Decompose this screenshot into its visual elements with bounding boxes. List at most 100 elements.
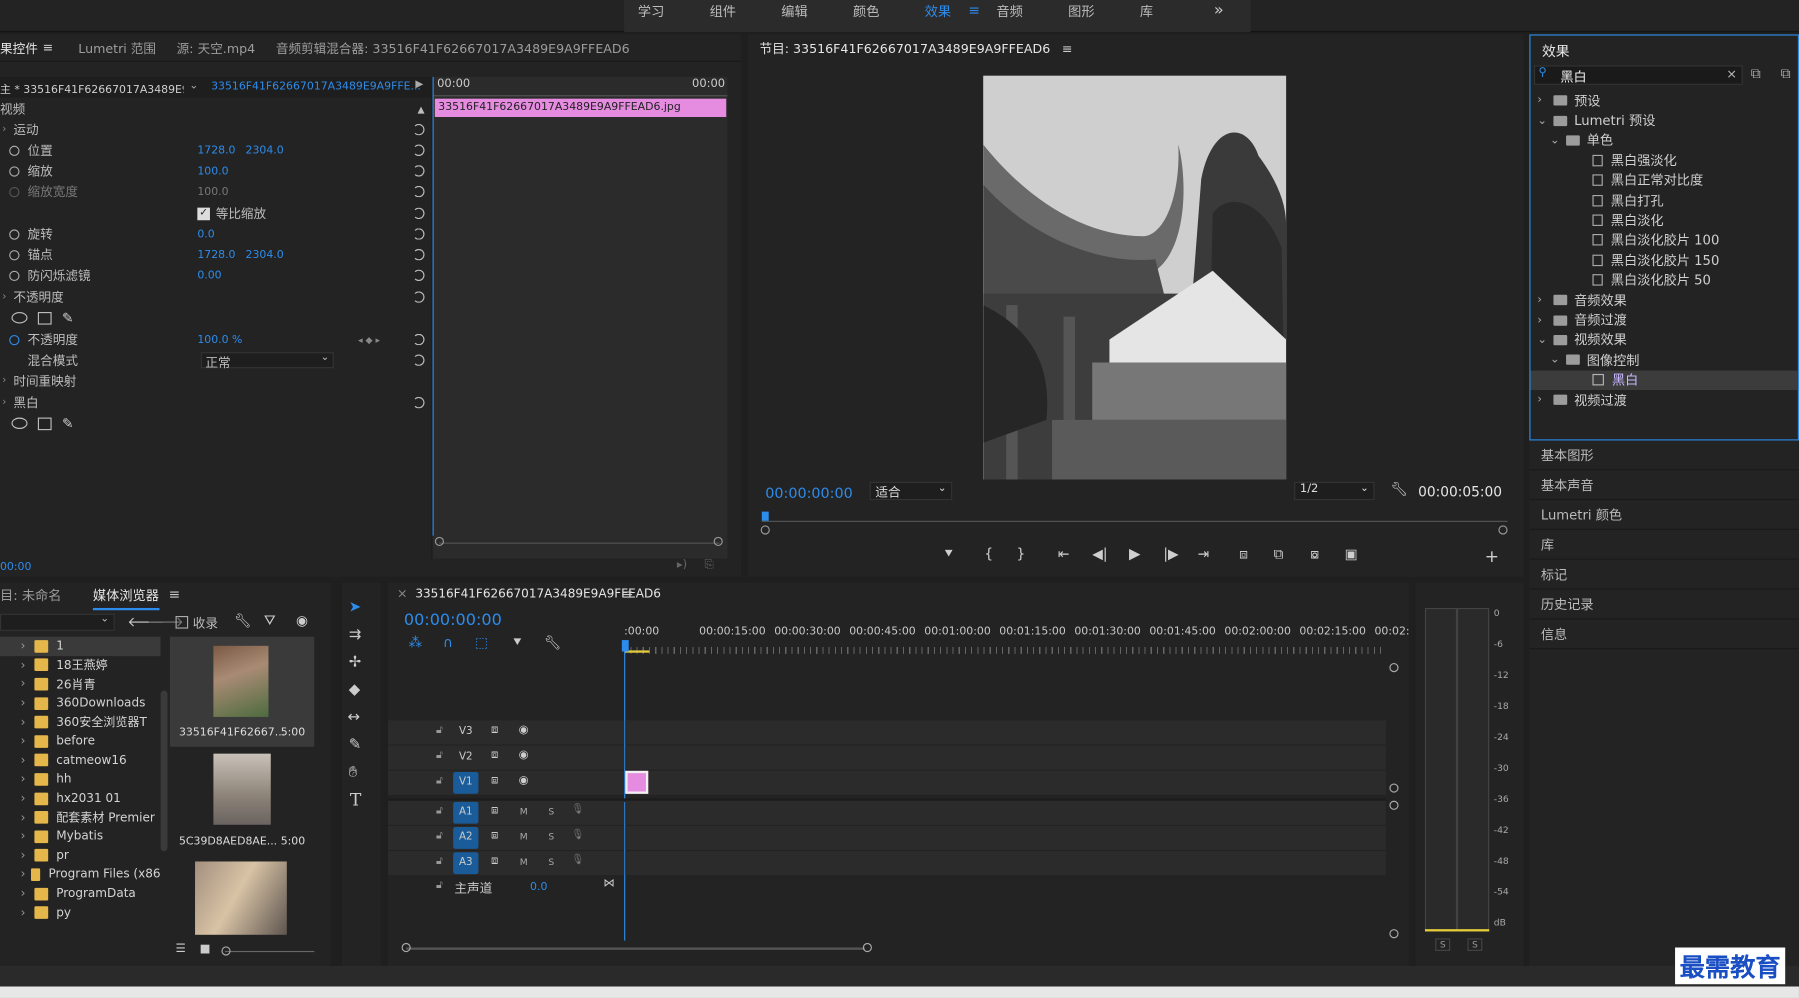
step-back-icon[interactable]: ◀| [1092, 546, 1107, 562]
effects-tree-item[interactable]: 黑白打孔 [1530, 190, 1797, 210]
anchor-y-value[interactable]: 2304.0 [246, 248, 284, 261]
panel-menu-icon[interactable]: ≡ [169, 586, 181, 602]
mute-button[interactable]: M [520, 832, 528, 842]
folder-item[interactable]: › hh [0, 770, 161, 789]
add-marker-icon[interactable]: ⯆ [512, 634, 523, 651]
solo-right-button[interactable]: S [1467, 938, 1483, 951]
expand-arrow-icon[interactable]: › [21, 639, 35, 653]
expand-arrow-icon[interactable]: ⌄ [1550, 354, 1564, 367]
folder-item[interactable]: › catmeow16 [0, 751, 161, 770]
type-tool-icon[interactable]: T [350, 789, 361, 810]
side-panel-tab[interactable]: 基本图形 [1529, 440, 1799, 471]
workspace-tab[interactable]: 组件 [710, 2, 736, 20]
tab-source[interactable]: 源: 天空.mp4 [177, 38, 255, 56]
lock-icon[interactable]: 🔓︎ [436, 775, 443, 786]
mute-button[interactable]: M [520, 806, 528, 816]
workspace-menu-icon[interactable]: ≡ [968, 2, 980, 18]
mark-in-icon[interactable]: { [984, 546, 993, 562]
selection-tool-icon[interactable]: ➤ [349, 599, 362, 616]
tab-audio-clip-mixer[interactable]: 音频剪辑混合器: 33516F41F62667017A3489E9A9FFEAD… [276, 38, 630, 56]
tab-media-browser[interactable]: 媒体浏览器 [92, 586, 159, 611]
effects-tree-item[interactable]: 黑白淡化胶片 150 [1530, 250, 1797, 270]
lock-icon[interactable]: 🔓︎ [436, 805, 443, 816]
overwrite-icon[interactable]: ⧉ [1274, 546, 1284, 563]
expand-arrow-icon[interactable]: › [21, 811, 35, 825]
expand-arrow-icon[interactable]: ⌄ [1537, 114, 1551, 127]
effects-tree-item[interactable]: › 音频效果 [1530, 290, 1797, 310]
expand-arrow-icon[interactable]: › [21, 715, 35, 729]
workspace-more-button[interactable]: » [1214, 1, 1224, 19]
side-panel-tab[interactable]: 历史记录 [1529, 590, 1799, 620]
sync-lock-icon[interactable]: ⧈ [491, 774, 498, 787]
effects-tree-item[interactable]: 黑白淡化胶片 50 [1530, 270, 1797, 290]
reset-icon[interactable] [413, 228, 425, 240]
effects-search-input[interactable]: ⚲ 黑白 × [1533, 65, 1743, 85]
clear-search-icon[interactable]: × [1726, 67, 1737, 82]
lock-icon[interactable]: 🔓︎ [436, 856, 443, 867]
track-target-a2[interactable]: A2 [453, 827, 479, 849]
expand-arrow-icon[interactable]: › [1537, 394, 1551, 407]
expand-arrow-icon[interactable]: › [21, 887, 35, 901]
folder-item[interactable]: › 1 [0, 636, 161, 656]
program-title[interactable]: 节目: 33516F41F62667017A3489E9A9FFEAD6 [760, 39, 1051, 57]
track-target-a3[interactable]: A3 [453, 852, 479, 875]
mark-out-icon[interactable]: } [1017, 546, 1026, 562]
workspace-tab[interactable]: 音频 [996, 2, 1022, 20]
lock-icon[interactable]: 🔓︎ [436, 725, 443, 736]
expand-arrow-icon[interactable]: › [21, 849, 35, 863]
folder-item[interactable]: › ProgramData [0, 884, 161, 903]
location-select[interactable]: ⌄ [0, 613, 115, 631]
effects-tree-item[interactable]: 黑白 [1530, 370, 1798, 390]
mute-button[interactable]: M [520, 857, 528, 867]
export-icon[interactable]: ⎘ [704, 559, 713, 572]
workspace-tab[interactable]: 编辑 [781, 2, 807, 20]
position-y-value[interactable]: 2304.0 [246, 144, 284, 157]
wrench-icon[interactable]: 🔧︎ [1391, 481, 1408, 497]
ellipse-mask-icon[interactable] [11, 417, 28, 430]
pen-mask-icon[interactable]: ✎ [62, 415, 74, 431]
view-icon[interactable]: ◉ [296, 613, 308, 629]
playhead-line[interactable] [432, 76, 434, 536]
lock-icon[interactable]: 🔓︎ [436, 831, 443, 842]
reset-icon[interactable] [413, 123, 425, 136]
razor-tool-icon[interactable]: ◆ [349, 681, 360, 698]
add-marker-icon[interactable]: ⯆ [943, 546, 954, 563]
effects-tree-item[interactable]: › 视频过渡 [1530, 390, 1797, 410]
scale-value[interactable]: 100.0 [197, 165, 228, 178]
go-to-in-icon[interactable]: ⇤ [1058, 546, 1070, 562]
tab-project[interactable]: 目: 未命名 [0, 586, 61, 604]
effects-tree-item[interactable]: 黑白淡化 [1530, 210, 1797, 230]
track-lane[interactable] [625, 745, 1386, 770]
track-lane[interactable] [625, 825, 1386, 851]
folder-item[interactable]: › Program Files (x86 [0, 865, 161, 884]
sequence-clip-name[interactable]: 33516F41F62667017A3489E9A9FFE... [211, 80, 421, 93]
ingest-checkbox[interactable] [175, 615, 189, 629]
track-lane[interactable] [625, 851, 1386, 876]
fit-select[interactable]: 适合 ⌄ [869, 481, 953, 501]
eye-icon[interactable]: ◉ [519, 749, 529, 762]
side-panel-tab[interactable]: 库 [1529, 530, 1799, 560]
motion-row[interactable]: › 运动 [0, 119, 431, 140]
list-view-icon[interactable]: ☰ [176, 943, 186, 956]
expand-arrow-icon[interactable]: › [1537, 294, 1551, 307]
program-scrub-bar[interactable] [760, 511, 1508, 535]
resolution-select[interactable]: 1/2 ⌄ [1294, 481, 1375, 501]
expand-arrow-icon[interactable]: › [21, 753, 35, 767]
workspace-tab[interactable]: 库 [1140, 2, 1153, 20]
stopwatch-icon[interactable] [9, 165, 20, 177]
track-target-v3[interactable]: V3 [453, 722, 478, 744]
add-button-icon[interactable]: + [1485, 546, 1499, 567]
folder-item[interactable]: › pr [0, 846, 161, 865]
accelerated-effects-icon[interactable]: ⧉ [1781, 65, 1791, 82]
folder-item[interactable]: › py [0, 903, 161, 922]
effects-tree-item[interactable]: 黑白正常对比度 [1530, 170, 1797, 190]
thumbnail-item[interactable] [170, 861, 315, 935]
timeline-h-scroll[interactable] [401, 942, 1384, 954]
folder-item[interactable]: › 360Downloads [0, 694, 161, 713]
folder-item[interactable]: › hx2031 01 [0, 789, 161, 808]
expand-arrow-icon[interactable]: ⌄ [1550, 134, 1564, 147]
stopwatch-icon[interactable] [9, 270, 20, 281]
effects-tree-item[interactable]: 黑白淡化胶片 100 [1530, 230, 1797, 250]
folder-item[interactable]: › 配套素材 Premier [0, 808, 161, 827]
expand-arrow-icon[interactable]: › [1537, 94, 1551, 107]
